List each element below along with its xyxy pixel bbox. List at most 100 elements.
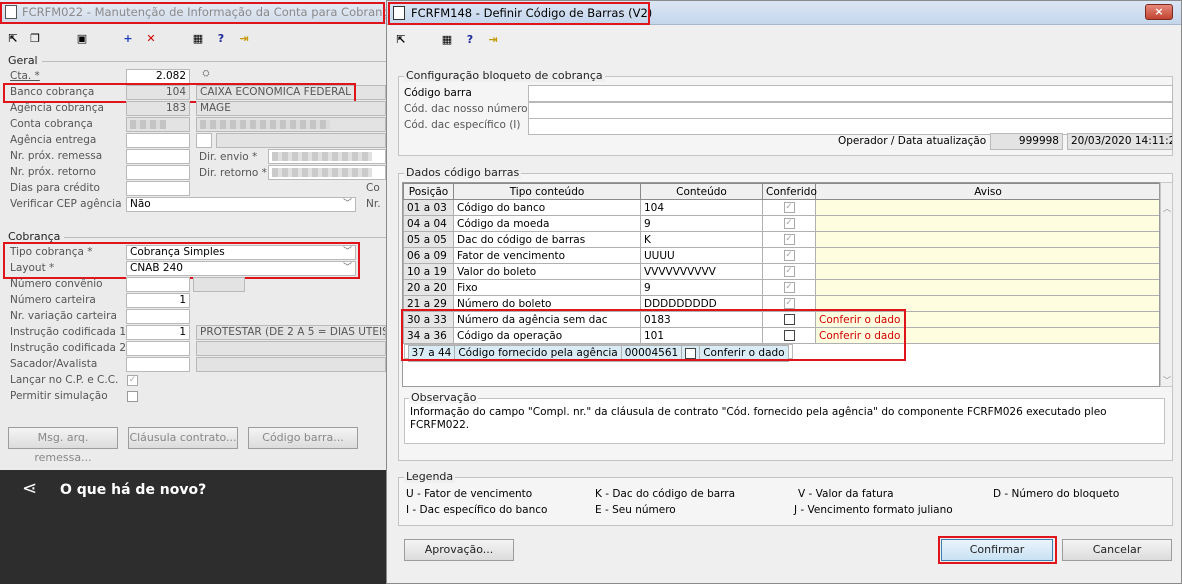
confirmar-button[interactable]: Confirmar (941, 539, 1053, 561)
conteudo-cell[interactable]: 104 (640, 199, 763, 216)
config-legend: Configuração bloqueto de cobrança (404, 69, 605, 82)
add-icon[interactable]: + (120, 31, 136, 47)
table-row[interactable]: 20 a 20 Fixo 9 ✓ (403, 279, 1159, 296)
dias-label: Dias para crédito (10, 182, 100, 194)
whats-new-panel[interactable]: ⋖ O que há de novo? (0, 470, 386, 584)
conferido-checkbox[interactable] (685, 347, 697, 359)
conferido-checkbox[interactable]: ✓ (783, 250, 795, 261)
aprovacao-button[interactable]: Aprovação... (404, 539, 514, 561)
conferido-checkbox[interactable]: ✓ (783, 202, 795, 213)
msg-remessa-button[interactable]: Msg. arq. remessa... (8, 427, 118, 464)
table-row[interactable]: 01 a 03 Código do banco 104 ✓ (403, 199, 1159, 216)
dias-field[interactable] (126, 181, 190, 196)
arrow-icon[interactable]: ⇱ (5, 31, 21, 47)
lancar-checkbox[interactable]: ✓ (127, 375, 138, 386)
lookup-icon[interactable]: ⛭ (196, 69, 216, 84)
cta-field[interactable]: 2.082 (126, 69, 190, 84)
table-row[interactable]: 21 a 29 Número do boleto DDDDDDDDD ✓ (403, 295, 1159, 312)
table-row[interactable]: 37 a 44 Código fornecido pela agência 0000… (403, 344, 793, 362)
exit-icon[interactable]: ⇥ (485, 32, 501, 48)
conferido-cell[interactable]: ✓ (762, 263, 816, 280)
scroll-down-icon[interactable]: ﹀ (1163, 375, 1171, 386)
codigo-barra-button[interactable]: Código barra... (248, 427, 358, 449)
conferido-checkbox[interactable]: ✓ (783, 266, 795, 277)
carteira-field[interactable]: 1 (126, 293, 190, 308)
conteudo-cell[interactable]: 9 (640, 215, 763, 232)
dac-nosso-field[interactable] (528, 102, 1173, 119)
convenio-field[interactable] (126, 277, 190, 292)
delete-icon[interactable]: ✕ (143, 31, 159, 47)
barcode-table: Posição Tipo conteúdo Conteúdo Conferido Avi… (403, 183, 1159, 362)
conferido-cell[interactable]: ✓ (762, 295, 816, 312)
conferido-checkbox[interactable]: ✓ (783, 234, 795, 245)
conteudo-cell[interactable]: VVVVVVVVVV (640, 263, 763, 280)
tipo-select[interactable]: Cobrança Simples ﹀ (126, 245, 356, 260)
help-icon[interactable]: ? (213, 31, 229, 47)
aviso-cell (815, 199, 1159, 216)
table-row[interactable]: 30 a 33 Número da agência sem dac 0183 Conf… (403, 311, 1159, 328)
ag-entrega-field[interactable] (126, 133, 190, 148)
help-icon[interactable]: ? (462, 32, 478, 48)
sacador-field[interactable] (126, 357, 190, 372)
conteudo-cell[interactable]: 0183 (640, 311, 763, 328)
copy-icon[interactable]: ❐ (27, 31, 43, 47)
dir-retorno-field[interactable] (268, 165, 386, 180)
permitir-checkbox[interactable] (127, 391, 138, 402)
group-cobranca: Cobrança (8, 230, 61, 243)
table-header-cell[interactable]: Aviso (815, 183, 1159, 200)
conferido-checkbox[interactable]: ✓ (783, 218, 795, 229)
observacao-text: Informação do campo "Compl. nr." da cláu… (410, 406, 1107, 431)
conferido-checkbox[interactable]: ✓ (783, 298, 795, 309)
conteudo-cell[interactable]: 9 (640, 279, 763, 296)
conferido-cell[interactable] (681, 345, 701, 362)
conteudo-cell[interactable]: 101 (640, 327, 763, 344)
table-row[interactable]: 04 a 04 Código da moeda 9 ✓ (403, 215, 1159, 232)
grid-icon[interactable]: ▦ (190, 31, 206, 47)
instr1-field[interactable]: 1 (126, 325, 190, 340)
codigo-barra-field[interactable] (528, 85, 1173, 102)
conferido-cell[interactable]: ✓ (762, 247, 816, 264)
conteudo-cell[interactable]: K (640, 231, 763, 248)
conteudo-cell[interactable]: UUUU (640, 247, 763, 264)
dir-envio-field[interactable] (268, 149, 386, 164)
table-header-cell[interactable]: Tipo conteúdo (453, 183, 641, 200)
operador-field: 999998 (990, 133, 1063, 150)
conferido-checkbox[interactable] (783, 330, 795, 341)
legenda-item: J - Vencimento formato juliano (794, 504, 953, 516)
conferido-cell[interactable] (762, 327, 816, 344)
clausula-contrato-button[interactable]: Cláusula contrato... (128, 427, 238, 449)
retorno-field[interactable] (126, 165, 190, 180)
scroll-up-icon[interactable]: ︿ (1163, 203, 1171, 214)
remessa-field[interactable] (126, 149, 190, 164)
conteudo-cell[interactable]: 00004561 (620, 345, 683, 362)
save-icon[interactable]: ▣ (74, 31, 90, 47)
arrow-icon[interactable]: ⇱ (393, 32, 409, 48)
conferido-checkbox[interactable]: ✓ (783, 282, 795, 293)
cep-select[interactable]: Não ﹀ (126, 197, 356, 212)
table-row[interactable]: 34 a 36 Código da operação 101 Conferir o d… (403, 327, 1159, 344)
table-header-cell[interactable]: Posição (403, 183, 454, 200)
conferido-cell[interactable]: ✓ (762, 231, 816, 248)
close-button[interactable]: × (1145, 4, 1173, 20)
table-scrollbar[interactable]: ︿ ﹀ (1160, 182, 1173, 387)
dir-envio-label: Dir. envio * (199, 151, 258, 163)
instr2-field[interactable] (126, 341, 190, 356)
conferido-cell[interactable]: ✓ (762, 215, 816, 232)
conteudo-cell[interactable]: DDDDDDDDD (640, 295, 763, 312)
barcode-table-wrap: Posição Tipo conteúdo Conteúdo Conferido Avi… (402, 182, 1160, 387)
conferido-cell[interactable] (762, 311, 816, 328)
table-row[interactable]: 05 a 05 Dac do código de barras K ✓ (403, 231, 1159, 248)
table-header-cell[interactable]: Conferido (762, 183, 817, 200)
conferido-cell[interactable]: ✓ (762, 199, 816, 216)
layout-select[interactable]: CNAB 240 ﹀ (126, 261, 356, 276)
grid-icon[interactable]: ▦ (439, 32, 455, 48)
table-row[interactable]: 10 a 19 Valor do boleto VVVVVVVVVV ✓ (403, 263, 1159, 280)
variacao-field[interactable] (126, 309, 190, 324)
conferido-checkbox[interactable] (783, 314, 795, 325)
table-header-cell[interactable]: Conteúdo (640, 183, 763, 200)
cancelar-button[interactable]: Cancelar (1062, 539, 1172, 561)
conferido-cell[interactable]: ✓ (762, 279, 816, 296)
exit-icon[interactable]: ⇥ (236, 31, 252, 47)
table-row[interactable]: 06 a 09 Fator de vencimento UUUU ✓ (403, 247, 1159, 264)
ag-entrega-code[interactable] (196, 133, 212, 148)
